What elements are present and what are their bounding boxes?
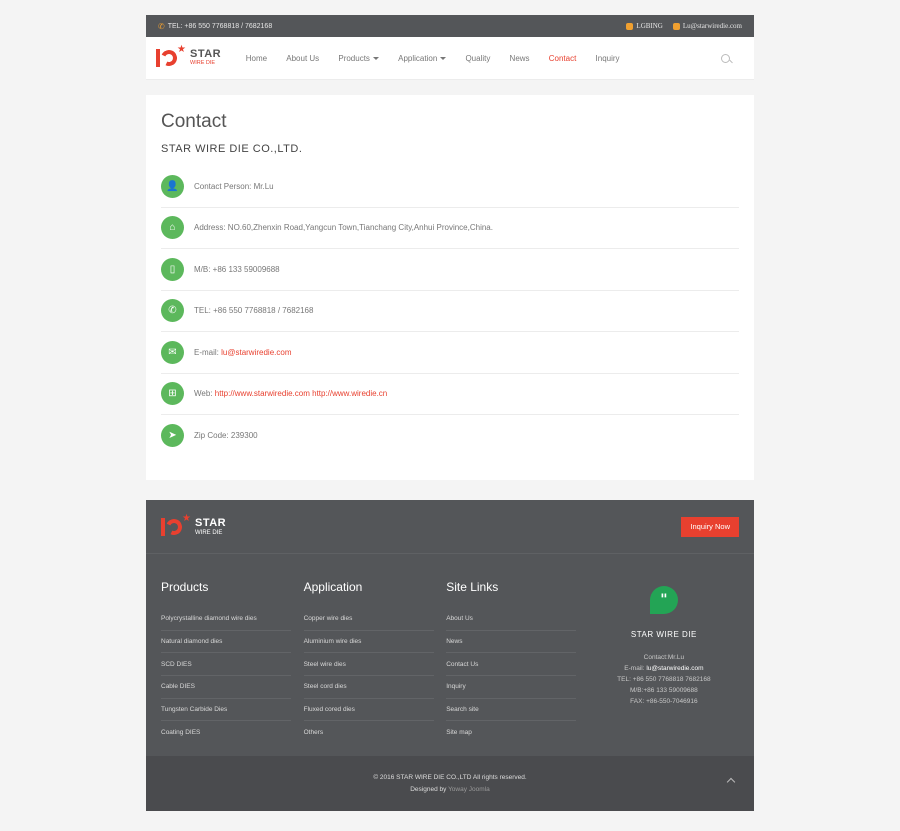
caret-down-icon — [372, 56, 379, 60]
contact-link[interactable]: lu@starwiredie.com — [221, 348, 291, 357]
footer-link[interactable]: Cable DIES — [161, 676, 291, 699]
contact-row: ✉ E-mail: lu@starwiredie.com — [161, 332, 739, 374]
company-name: STAR WIRE DIE CO.,LTD. — [161, 143, 303, 155]
contact-row: 👤 Contact Person: Mr.Lu — [161, 166, 739, 208]
footer-link[interactable]: Search site — [446, 699, 577, 722]
logo[interactable]: ★ STAR WIRE DIE — [156, 44, 222, 69]
contact-panel: Contact STAR WIRE DIE CO.,LTD. 👤 Contact … — [146, 95, 754, 480]
footer-logo[interactable]: ★ STAR WIRE DIE — [161, 513, 227, 538]
logo-mark: ★ — [156, 44, 186, 69]
footer-link[interactable]: Coating DIES — [161, 721, 291, 744]
nav-about-us[interactable]: About Us — [277, 54, 329, 63]
footer-link[interactable]: Fluxed cored dies — [303, 699, 434, 722]
designer-link[interactable]: Yoway Joomla — [448, 786, 490, 793]
envelope-icon — [672, 22, 680, 30]
footer-col-site-links: Site Links About Us News Contact Us Inquiry S… — [446, 580, 589, 744]
page-title: Contact — [161, 111, 227, 132]
sitemap-icon: ⊞ — [161, 382, 184, 406]
footer-link[interactable]: Polycrystalline diamond wire dies — [161, 608, 291, 631]
phone-icon: ✆ — [158, 21, 165, 31]
nav-application[interactable]: Application — [389, 54, 456, 63]
card-fax: FAX: +86-550-7046916 — [630, 698, 698, 705]
nav-contact[interactable]: Contact — [539, 54, 586, 63]
footer-link[interactable]: Steel wire dies — [303, 653, 434, 677]
contact-row: ▯ M/B: +86 133 59009688 — [161, 249, 739, 291]
phone-icon: ✆ — [161, 299, 184, 323]
footer-link[interactable]: Copper wire dies — [303, 608, 434, 631]
top-email-link[interactable]: Lu@starwiredie.com — [672, 22, 742, 30]
nav-products[interactable]: Products — [329, 54, 389, 63]
contact-list: 👤 Contact Person: Mr.Lu ⌂ Address: NO.60,Zh… — [161, 166, 739, 457]
quote-icon: " — [649, 586, 678, 614]
footer-link[interactable]: Site map — [446, 721, 576, 744]
footer-col-application: Application Copper wire dies Aluminium wir… — [303, 580, 447, 744]
footer-card: " STAR WIRE DIE Contact:Mr.Lu E-mail: lu… — [589, 580, 739, 744]
logo-name: STAR — [190, 48, 222, 61]
chevron-up-icon[interactable] — [726, 777, 736, 787]
skype-icon — [626, 22, 634, 30]
footer-link[interactable]: Contact Us — [446, 653, 577, 677]
caret-down-icon — [440, 56, 447, 60]
home-icon: ⌂ — [161, 216, 184, 240]
footer-link[interactable]: News — [446, 631, 577, 654]
footer-link[interactable]: About Us — [446, 608, 577, 631]
logo-mark: ★ — [161, 513, 191, 538]
contact-link[interactable]: http://www.starwiredie.com http://www.wi… — [215, 389, 388, 398]
copyright: © 2016 STAR WIRE DIE CO.,LTD All rights … — [373, 773, 527, 781]
footer-link[interactable]: Others — [304, 721, 434, 744]
menu: Home About Us Products Application Quality Ne… — [236, 54, 721, 63]
footer-link[interactable]: Inquiry — [446, 676, 577, 699]
card-name: STAR WIRE DIE — [630, 630, 697, 639]
card-mb: M/B:+86 133 59009688 — [630, 687, 698, 694]
footer-link[interactable]: Natural diamond dies — [161, 631, 291, 654]
footer-link[interactable]: Steel cord dies — [303, 676, 434, 699]
contact-row: ⊞ Web: http://www.starwiredie.com http://… — [161, 374, 739, 415]
card-contact: Contact:Mr.Lu — [643, 654, 685, 661]
nav-inquiry[interactable]: Inquiry — [586, 54, 629, 63]
inquiry-now-button[interactable]: Inquiry Now — [681, 516, 739, 537]
footer-col-products: Products Polycrystalline diamond wire die… — [161, 580, 304, 744]
logo-sub: WIRE DIE — [190, 60, 216, 67]
nav-home[interactable]: Home — [236, 54, 277, 63]
send-icon: ➤ — [161, 424, 184, 448]
main-nav: ★ STAR WIRE DIE Home About Us Products Appl… — [146, 37, 754, 80]
contact-row: ⌂ Address: NO.60,Zhenxin Road,Yangcun Tow… — [161, 208, 739, 249]
search-icon[interactable] — [721, 53, 730, 63]
footer-link[interactable]: Aluminium wire dies — [303, 631, 434, 654]
card-email[interactable]: lu@starwiredie.com — [646, 665, 703, 672]
footer-link[interactable]: Tungsten Carbide Dies — [161, 699, 291, 722]
contact-row: ➤ Zip Code: 239300 — [161, 415, 739, 457]
copyright-bar: © 2016 STAR WIRE DIE CO.,LTD All rights … — [146, 756, 754, 811]
envelope-icon: ✉ — [161, 340, 184, 364]
footer-link[interactable]: SCD DIES — [161, 653, 291, 677]
user-icon: 👤 — [161, 174, 184, 198]
nav-news[interactable]: News — [500, 54, 539, 63]
nav-quality[interactable]: Quality — [456, 54, 500, 63]
top-bar: ✆ TEL: +86 550 7768818 / 7682168 LGBING … — [146, 15, 754, 37]
top-tel: TEL: +86 550 7768818 / 7682168 — [167, 22, 273, 30]
mobile-icon: ▯ — [161, 257, 184, 281]
footer-logo-name: STAR — [195, 516, 227, 529]
card-tel: TEL: +86 550 7768818 7682168 — [617, 676, 711, 683]
skype-link[interactable]: LGBING — [626, 22, 663, 30]
contact-row: ✆ TEL: +86 550 7768818 / 7682168 — [161, 291, 739, 332]
footer: ★ STAR WIRE DIE Inquiry Now Products Poly… — [146, 500, 754, 756]
footer-logo-sub: WIRE DIE — [195, 529, 223, 536]
